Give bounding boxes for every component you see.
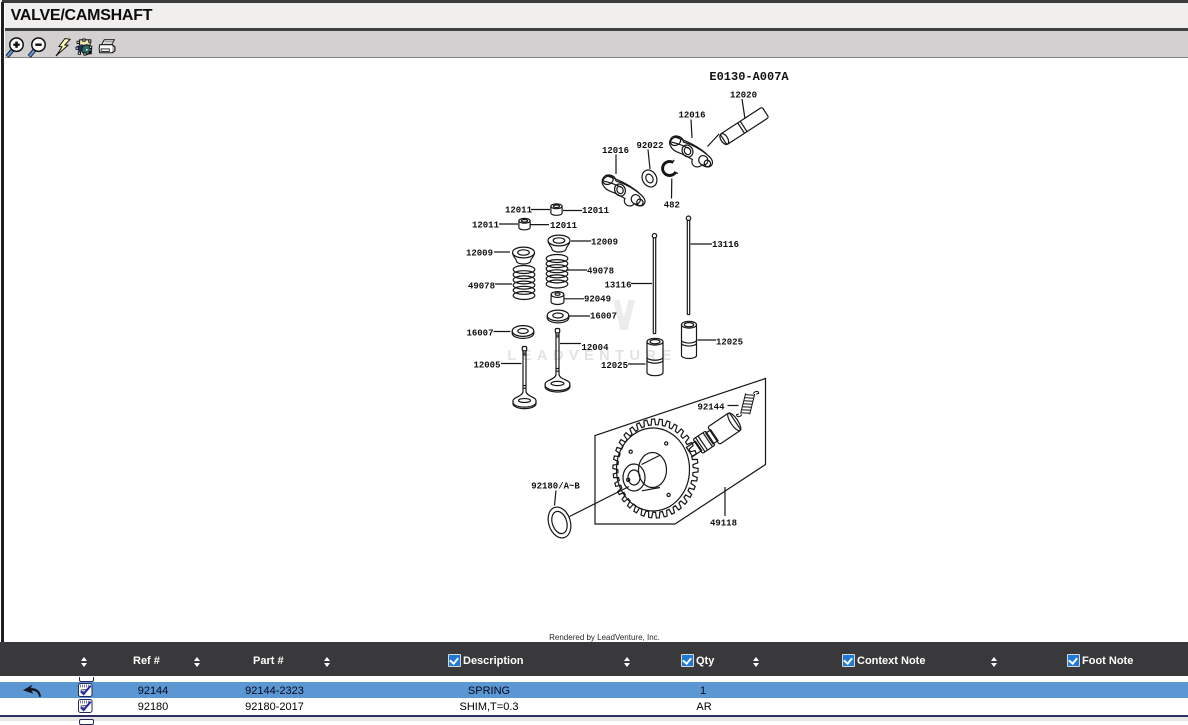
svg-text:13116: 13116 <box>712 240 739 250</box>
svg-text:12011: 12011 <box>582 206 610 216</box>
svg-text:12011: 12011 <box>472 221 500 231</box>
svg-text:16007: 16007 <box>590 312 617 322</box>
svg-text:92144: 92144 <box>697 403 725 413</box>
svg-text:12011: 12011 <box>505 206 533 216</box>
svg-text:13116: 13116 <box>604 281 631 291</box>
svg-text:49078: 49078 <box>468 282 495 292</box>
svg-text:12005: 12005 <box>473 361 500 371</box>
svg-text:E0130-A007A: E0130-A007A <box>709 70 789 84</box>
svg-text:12004: 12004 <box>581 343 609 353</box>
svg-text:16007: 16007 <box>466 329 493 339</box>
svg-text:92180/A~B: 92180/A~B <box>531 482 580 492</box>
svg-text:92022: 92022 <box>636 141 663 151</box>
svg-text:49078: 49078 <box>587 267 614 277</box>
svg-text:12011: 12011 <box>550 221 578 231</box>
svg-text:12009: 12009 <box>466 249 493 259</box>
svg-text:12009: 12009 <box>591 238 618 248</box>
svg-text:12025: 12025 <box>601 361 628 371</box>
svg-text:12016: 12016 <box>678 111 705 121</box>
svg-text:12020: 12020 <box>730 91 757 101</box>
svg-text:49118: 49118 <box>710 519 737 529</box>
svg-text:92049: 92049 <box>584 295 611 305</box>
svg-text:12025: 12025 <box>716 338 743 348</box>
svg-text:482: 482 <box>664 201 680 211</box>
